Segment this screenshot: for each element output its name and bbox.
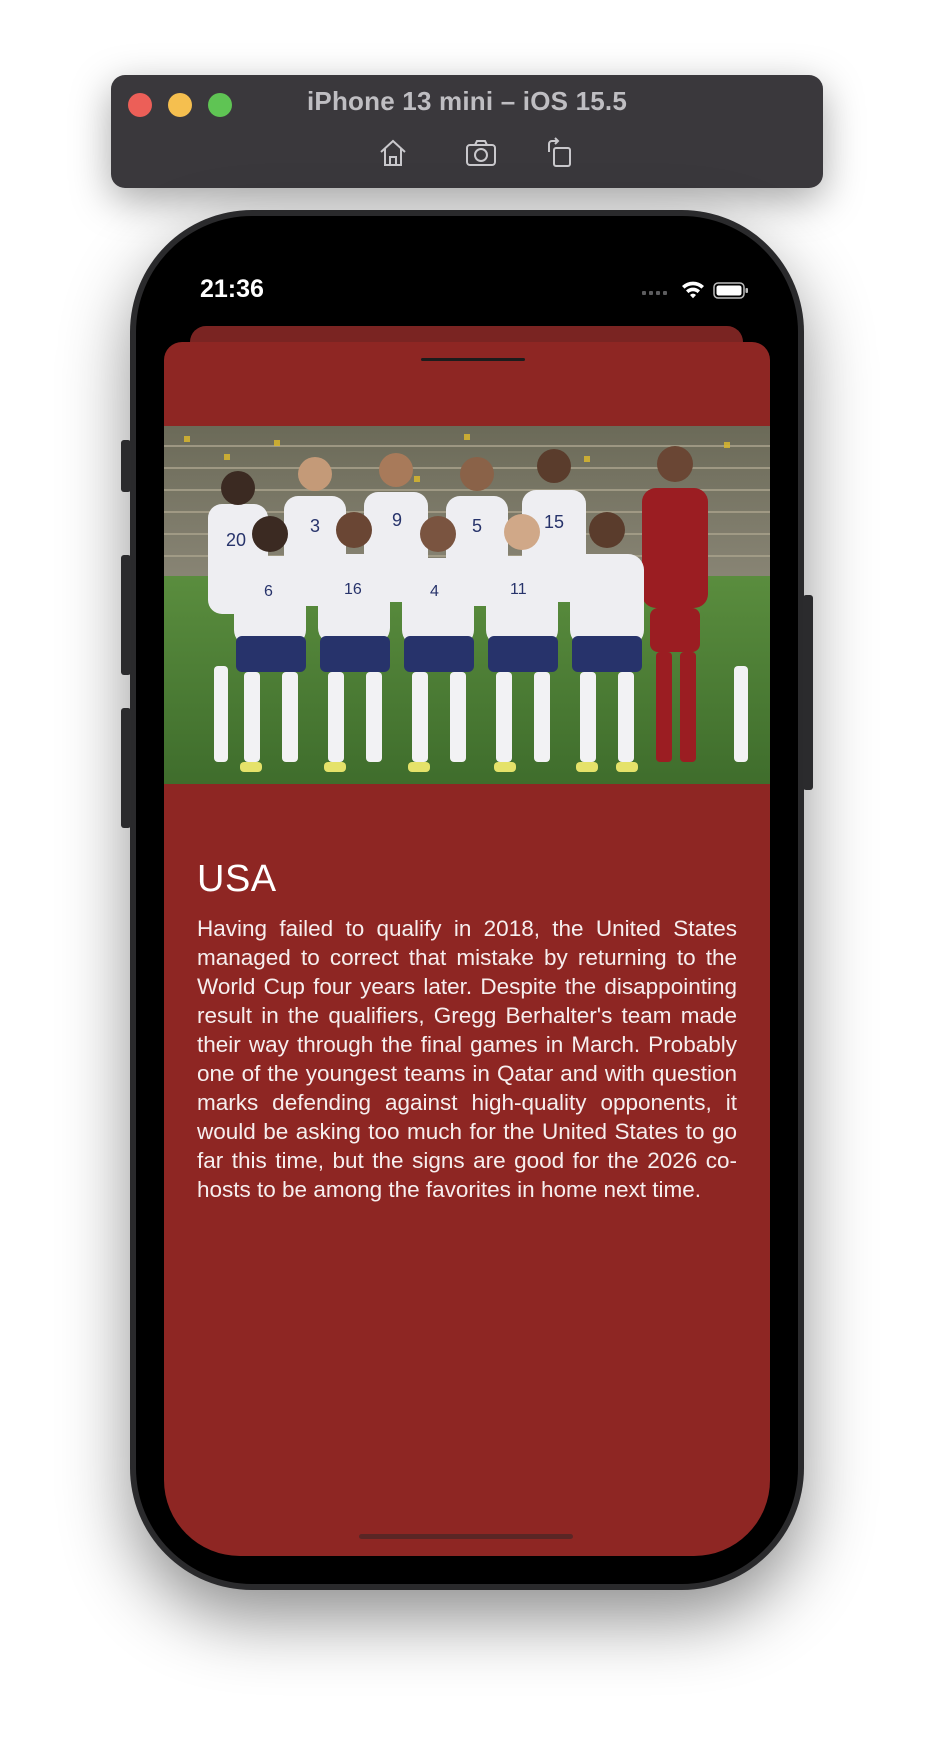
wifi-icon bbox=[682, 281, 704, 299]
volume-up-button bbox=[121, 555, 131, 675]
mute-switch bbox=[121, 440, 131, 492]
svg-text:9: 9 bbox=[392, 510, 402, 530]
battery-icon bbox=[713, 282, 748, 299]
status-time: 21:36 bbox=[200, 275, 264, 303]
svg-text:16: 16 bbox=[344, 581, 362, 598]
rotate-icon[interactable] bbox=[543, 136, 577, 170]
home-icon[interactable] bbox=[376, 136, 410, 170]
screenshot-icon[interactable] bbox=[464, 136, 498, 170]
volume-down-button bbox=[121, 708, 131, 828]
team-name: USA bbox=[197, 858, 277, 900]
svg-text:6: 6 bbox=[264, 583, 273, 600]
power-button bbox=[803, 595, 813, 790]
svg-text:11: 11 bbox=[510, 581, 527, 598]
svg-text:20: 20 bbox=[226, 530, 246, 550]
team-detail-sheet[interactable]: 20 3 9 5 15 6 16 4 11 USA Having failed … bbox=[164, 342, 770, 1556]
svg-text:15: 15 bbox=[544, 512, 564, 532]
svg-text:4: 4 bbox=[430, 583, 439, 600]
svg-text:3: 3 bbox=[310, 516, 320, 536]
cellular-icon bbox=[642, 291, 667, 295]
home-indicator[interactable] bbox=[359, 1534, 573, 1539]
status-icons bbox=[640, 276, 752, 304]
team-photo: 20 3 9 5 15 6 16 4 11 bbox=[164, 426, 770, 784]
sheet-grabber[interactable] bbox=[421, 358, 525, 361]
svg-text:5: 5 bbox=[472, 516, 482, 536]
team-description: Having failed to qualify in 2018, the Un… bbox=[197, 916, 737, 1202]
simulator-title: iPhone 13 mini – iOS 15.5 bbox=[306, 86, 627, 116]
